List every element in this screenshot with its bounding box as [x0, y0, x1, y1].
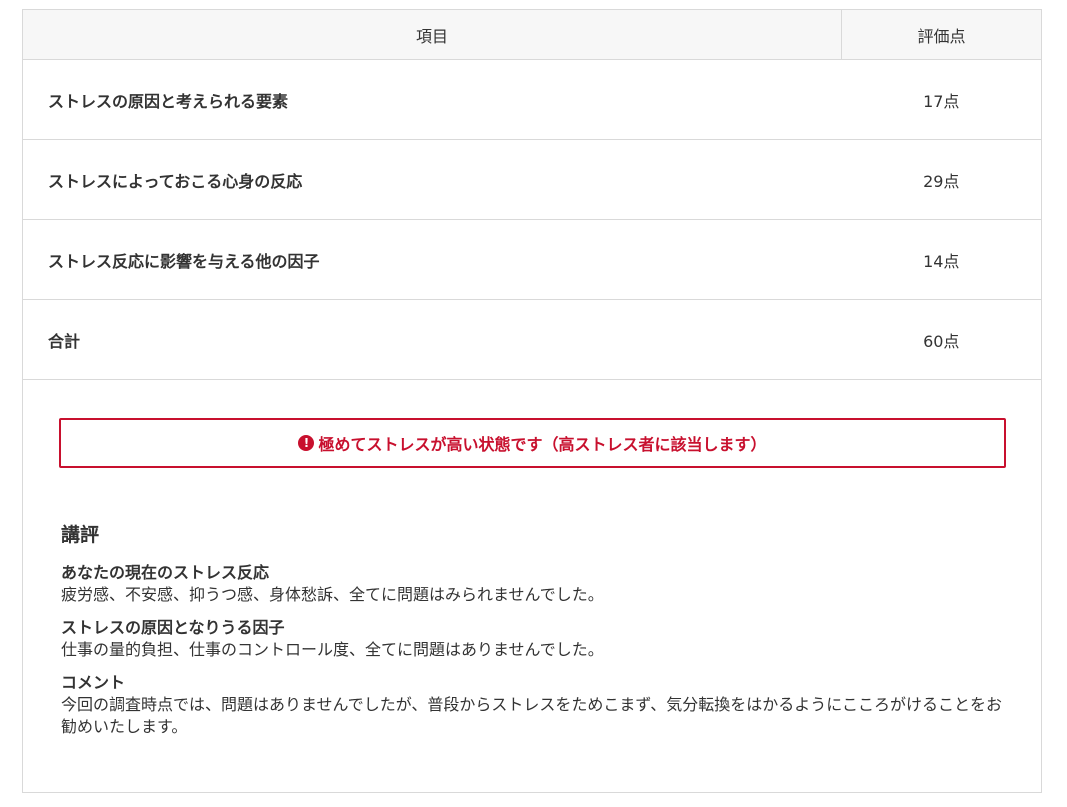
total-label: 合計 [23, 299, 842, 380]
table-row: ストレスによっておこる心身の反応 29点 [23, 139, 1041, 220]
review-block-title: あなたの現在のストレス反応 [61, 563, 270, 582]
review-block-comment: コメント 今回の調査時点では、問題はありませんでしたが、普段からストレスをためこ… [61, 672, 1011, 738]
review-block-text: 今回の調査時点では、問題はありませんでしたが、普段からストレスをためこまず、気分… [61, 695, 1002, 736]
review-block-text: 疲労感、不安感、抑うつ感、身体愁訴、全てに問題はみられませんでした。 [61, 585, 604, 604]
row-score: 29点 [841, 139, 1041, 220]
table-row: ストレス反応に影響を与える他の因子 14点 [23, 219, 1041, 300]
row-score: 17点 [841, 59, 1041, 140]
exclamation-circle-icon: ! [298, 435, 315, 451]
table-row-total: 合計 60点 [23, 299, 1041, 380]
row-label: ストレスの原因と考えられる要素 [23, 59, 842, 140]
table-header-row: 項目 評価点 [23, 10, 1041, 60]
row-label: ストレス反応に影響を与える他の因子 [23, 219, 842, 300]
review-block-causes: ストレスの原因となりうる因子 仕事の量的負担、仕事のコントロール度、全てに問題は… [61, 617, 1011, 661]
review-block-title: ストレスの原因となりうる因子 [61, 618, 285, 637]
header-score: 評価点 [841, 10, 1041, 60]
row-label: ストレスによっておこる心身の反応 [23, 139, 842, 220]
review-title: 講評 [61, 524, 100, 546]
table-row: ストレスの原因と考えられる要素 17点 [23, 59, 1041, 140]
stress-result-panel: 項目 評価点 ストレスの原因と考えられる要素 17点 ストレスによっておこる心身… [22, 9, 1042, 793]
alert-text: 極めてストレスが高い状態です（高ストレス者に該当します） [318, 435, 767, 454]
review-block-current-reaction: あなたの現在のストレス反応 疲労感、不安感、抑うつ感、身体愁訴、全てに問題はみら… [61, 562, 1011, 606]
header-item: 項目 [23, 10, 842, 60]
total-score: 60点 [841, 299, 1041, 380]
review-block-title: コメント [61, 673, 126, 692]
high-stress-alert: ! 極めてストレスが高い状態です（高ストレス者に該当します） [59, 418, 1006, 468]
review-block-text: 仕事の量的負担、仕事のコントロール度、全てに問題はありませんでした。 [61, 640, 604, 659]
review-section: 講評 あなたの現在のストレス反応 疲労感、不安感、抑うつ感、身体愁訴、全てに問題… [61, 522, 1011, 749]
row-score: 14点 [841, 219, 1041, 300]
score-table: 項目 評価点 ストレスの原因と考えられる要素 17点 ストレスによっておこる心身… [23, 10, 1041, 380]
